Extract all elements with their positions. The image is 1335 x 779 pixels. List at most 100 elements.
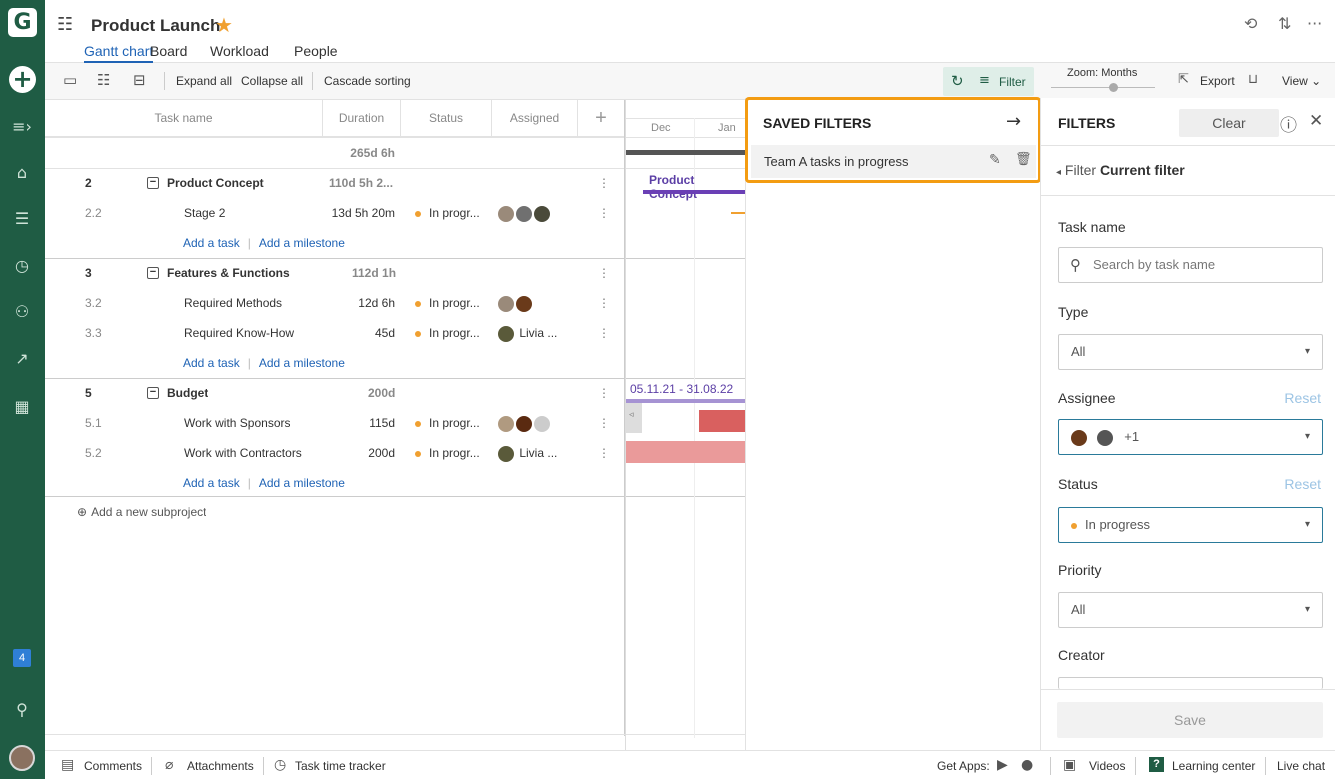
table-row[interactable]: 2 − Product Concept 110d 5h 2... ⋮ xyxy=(45,168,625,198)
notification-badge[interactable]: 4 xyxy=(13,649,31,667)
comments-button[interactable]: Comments xyxy=(84,759,142,773)
videos-link[interactable]: Videos xyxy=(1089,759,1125,773)
add-task-link[interactable]: Add a task xyxy=(183,356,240,370)
add-milestone-link[interactable]: Add a milestone xyxy=(259,476,345,490)
clock-icon[interactable]: ◷ xyxy=(10,254,34,278)
zoom-slider-track[interactable] xyxy=(1051,87,1155,88)
time-tracker-button[interactable]: Task time tracker xyxy=(295,759,386,773)
tab-board[interactable]: Board xyxy=(150,43,187,59)
zoom-control[interactable]: Zoom: Months xyxy=(1067,67,1137,79)
table-row[interactable]: 3.3 Required Know-How 45d In progr... Li… xyxy=(45,318,625,348)
tab-workload[interactable]: Workload xyxy=(210,43,269,59)
reports-icon[interactable]: ↗ xyxy=(10,347,34,371)
assigned[interactable] xyxy=(498,408,552,438)
user-avatar[interactable] xyxy=(9,745,35,771)
live-chat-link[interactable]: Live chat xyxy=(1277,759,1325,773)
add-subproject[interactable]: ⊕ Add a new subproject xyxy=(77,497,206,527)
learning-center-link[interactable]: Learning center xyxy=(1172,759,1255,773)
help-icon[interactable]: ⓘ xyxy=(1280,111,1297,136)
refresh-icon[interactable]: ↻ xyxy=(951,72,964,90)
arrow-right-icon[interactable]: → xyxy=(1006,111,1021,132)
add-column-icon[interactable]: + xyxy=(578,100,625,137)
row-menu-icon[interactable]: ⋮ xyxy=(598,438,610,468)
status-select[interactable]: In progress ▾ xyxy=(1058,507,1323,543)
add-icon[interactable]: + xyxy=(9,66,36,93)
close-icon[interactable]: ✕ xyxy=(1309,111,1323,131)
status[interactable]: In progr... xyxy=(415,198,480,228)
filter-button[interactable]: ↻ ≡ Filter xyxy=(943,67,1034,96)
add-milestone-link[interactable]: Add a milestone xyxy=(259,236,345,250)
more-options-icon[interactable]: ··· xyxy=(1307,14,1322,33)
export-icon[interactable]: ⇱ xyxy=(1178,72,1189,87)
filter-breadcrumb[interactable]: ◂ Filter Current filter xyxy=(1056,162,1185,178)
row-menu-icon[interactable]: ⋮ xyxy=(598,288,610,318)
table-row[interactable]: 5 − Budget 200d ⋮ xyxy=(45,378,625,408)
add-subproject-row[interactable]: ⊕ Add a new subproject xyxy=(45,497,625,527)
task-name[interactable]: − Budget xyxy=(147,378,208,408)
status[interactable]: In progr... xyxy=(415,408,480,438)
app-logo[interactable]: G xyxy=(8,8,37,37)
apple-icon[interactable]: ● xyxy=(1021,757,1033,773)
help-center-icon[interactable]: ? xyxy=(1149,757,1164,772)
table-row[interactable]: 3.2 Required Methods 12d 6h In progr... … xyxy=(45,288,625,318)
row-menu-icon[interactable]: ⋮ xyxy=(598,318,610,348)
assigned[interactable]: Livia ... xyxy=(498,318,557,348)
baseline-icon[interactable]: ⊔ xyxy=(1248,72,1258,87)
table-row[interactable]: 2.2 Stage 2 13d 5h 20m In progr... ⋮ xyxy=(45,198,625,228)
add-milestone-link[interactable]: Add a milestone xyxy=(259,356,345,370)
favorite-star-icon[interactable]: ★ xyxy=(215,13,233,37)
task-name[interactable]: Stage 2 xyxy=(184,198,225,228)
assignee-select[interactable]: +1 ▾ xyxy=(1058,419,1323,455)
edit-icon[interactable]: ✎ xyxy=(989,152,1001,168)
row-menu-icon[interactable]: ⋮ xyxy=(598,378,610,408)
collapse-all-button[interactable]: Collapse all xyxy=(241,74,303,88)
row-menu-icon[interactable]: ⋮ xyxy=(598,258,610,288)
apps-grid-icon[interactable]: ▦ xyxy=(10,395,34,419)
status[interactable]: In progr... xyxy=(415,288,480,318)
tab-gantt-chart[interactable]: Gantt chart xyxy=(84,43,154,63)
task-name-search-input[interactable]: ⚲ Search by task name xyxy=(1058,247,1323,283)
saved-filter-item[interactable]: Team A tasks in progress ✎ 🗑 xyxy=(751,145,1036,178)
settings-sliders-icon[interactable]: ⇅ xyxy=(1278,14,1291,33)
paperclip-icon[interactable]: ⌀ xyxy=(165,757,173,773)
view-dropdown[interactable]: View ⌄ xyxy=(1282,74,1321,88)
people-icon[interactable]: ⚇ xyxy=(10,300,34,324)
cascade-sorting-button[interactable]: Cascade sorting xyxy=(324,74,411,88)
task-name[interactable]: − Product Concept xyxy=(147,168,264,198)
column-header-duration[interactable]: Duration xyxy=(323,100,401,137)
status-reset-link[interactable]: Reset xyxy=(1284,476,1321,492)
type-select[interactable]: All ▾ xyxy=(1058,334,1323,370)
comments-icon[interactable]: ▤ xyxy=(61,757,74,773)
assigned[interactable] xyxy=(498,288,534,318)
project-summary-bar[interactable] xyxy=(626,150,746,155)
assignee-reset-link[interactable]: Reset xyxy=(1284,390,1321,406)
task-name[interactable]: Work with Sponsors xyxy=(184,408,290,438)
row-menu-icon[interactable]: ⋮ xyxy=(598,408,610,438)
scroll-left-icon[interactable]: ◃ xyxy=(626,403,642,433)
status[interactable]: In progr... xyxy=(415,438,480,468)
column-header-assigned[interactable]: Assigned xyxy=(492,100,578,137)
search-icon[interactable]: ⚲ xyxy=(10,698,34,722)
task-name[interactable]: Work with Contractors xyxy=(184,438,302,468)
task-bar[interactable] xyxy=(699,410,746,432)
add-task-link[interactable]: Add a task xyxy=(183,476,240,490)
history-icon[interactable]: ⟲ xyxy=(1244,14,1257,33)
group-bar[interactable] xyxy=(643,190,746,194)
projects-icon[interactable]: ☰ xyxy=(10,207,34,231)
export-button[interactable]: Export xyxy=(1200,74,1235,88)
row-menu-icon[interactable]: ⋮ xyxy=(598,168,610,198)
task-name[interactable]: Required Know-How xyxy=(184,318,294,348)
column-header-task-name[interactable]: Task name xyxy=(45,100,323,137)
play-store-icon[interactable]: ▶ xyxy=(997,757,1008,773)
save-button[interactable]: Save xyxy=(1057,702,1323,738)
grid-view-icon[interactable]: ▭ xyxy=(63,71,77,89)
group-bar[interactable] xyxy=(626,399,746,403)
expand-menu-icon[interactable]: ≡› xyxy=(10,115,34,139)
hierarchy-icon[interactable]: ⊟ xyxy=(133,71,146,89)
expand-all-button[interactable]: Expand all xyxy=(176,74,232,88)
tab-people[interactable]: People xyxy=(294,43,338,59)
collapse-icon[interactable]: − xyxy=(147,266,159,279)
home-icon[interactable]: ⌂ xyxy=(10,161,34,185)
task-name[interactable]: Required Methods xyxy=(184,288,282,318)
task-list-icon[interactable]: ☷ xyxy=(97,71,110,89)
